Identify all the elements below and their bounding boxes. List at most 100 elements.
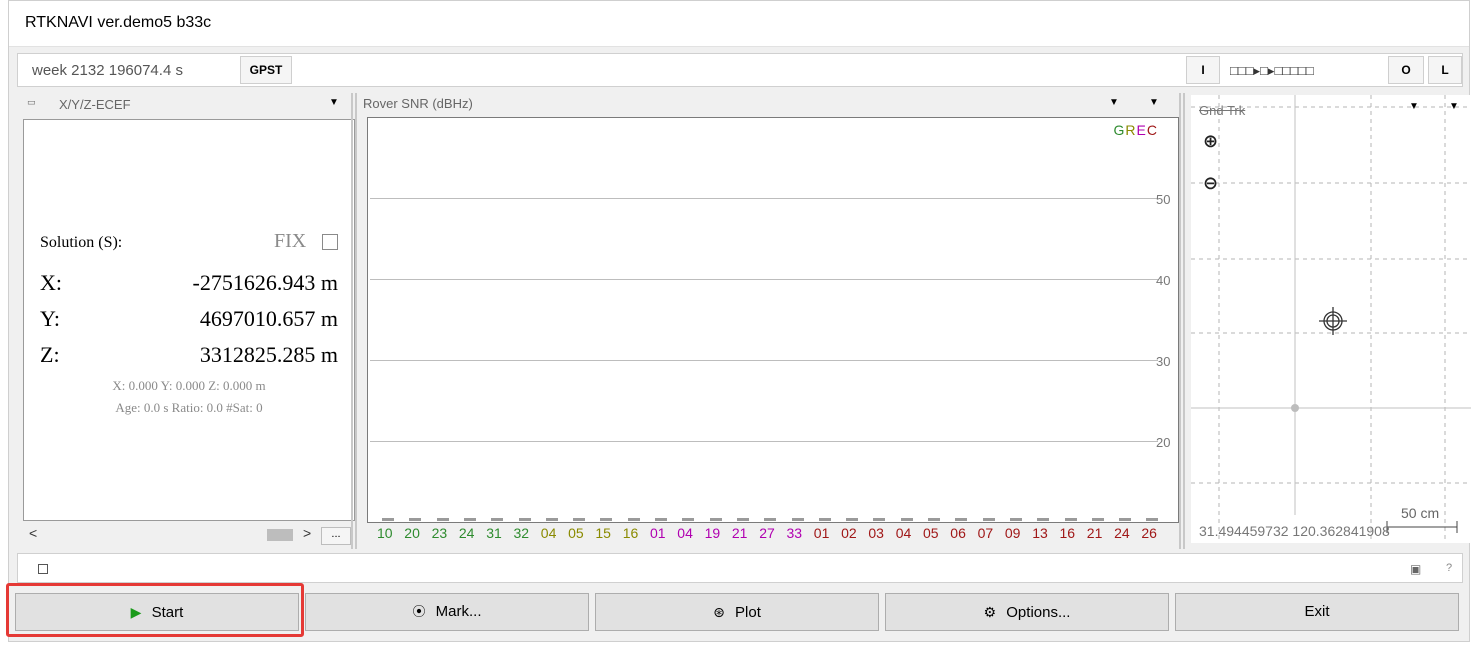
satellite-label: 04 xyxy=(540,525,557,541)
output-stream-button[interactable]: O xyxy=(1388,56,1424,84)
status-indicator-icon xyxy=(38,564,48,574)
satellite-label: 31 xyxy=(486,525,502,541)
status-bar: ▣ ? xyxy=(17,553,1463,583)
snr-sat-dropdown-icon[interactable]: ▼ xyxy=(1149,97,1159,108)
gear-icon: ⚙ xyxy=(983,604,997,620)
satellite-label: 27 xyxy=(759,525,775,541)
log-stream-button[interactable]: L xyxy=(1428,56,1462,84)
snr-bar xyxy=(709,518,722,521)
snr-bar xyxy=(900,518,913,521)
snr-tick-20: 20 xyxy=(1156,435,1171,450)
panel-toggle-icon[interactable]: ▣ xyxy=(1410,562,1421,576)
satellite-label: 05 xyxy=(568,525,584,541)
snr-bar xyxy=(545,518,558,521)
snr-bar xyxy=(1037,518,1050,521)
options-button[interactable]: ⚙ Options... xyxy=(885,593,1169,631)
legend-galileo: E xyxy=(1136,122,1147,138)
rtknavi-window: RTKNAVI ver.demo5 b33c week 2132 196074.… xyxy=(8,0,1471,642)
scroll-thumb[interactable] xyxy=(267,529,293,541)
gps-time: week 2132 196074.4 s xyxy=(32,62,183,79)
mark-icon: ⦿ xyxy=(412,604,426,619)
solution-panel-header: ▭ X/Y/Z-ECEF ▼ xyxy=(15,93,355,115)
input-stream-button[interactable]: I xyxy=(1186,56,1220,84)
zoom-out-icon[interactable]: ⊖ xyxy=(1203,173,1218,194)
window-title: RTKNAVI ver.demo5 b33c xyxy=(25,14,212,31)
scroll-right-icon[interactable]: > xyxy=(303,525,311,541)
snr-tick-40: 40 xyxy=(1156,273,1171,288)
track-type-dropdown-icon[interactable]: ▼ xyxy=(1409,101,1419,112)
scale-bar-icon xyxy=(1386,521,1458,533)
snr-bar xyxy=(764,518,777,521)
ground-track-title: Gnd Trk xyxy=(1199,103,1246,118)
snr-tick-50: 50 xyxy=(1156,192,1171,207)
snr-bar xyxy=(928,518,940,521)
mark-label: Mark... xyxy=(435,603,482,620)
satellite-label: 19 xyxy=(704,525,721,541)
panel-splitter-right-2[interactable] xyxy=(1183,93,1185,549)
satellite-label: 04 xyxy=(895,525,912,541)
snr-gridline-20 xyxy=(370,441,1158,442)
solution-scrollbar[interactable]: < > ... xyxy=(23,525,355,545)
snr-chart: GREC 50 40 30 20 xyxy=(367,117,1179,523)
snr-bar xyxy=(1146,518,1159,521)
plot-button[interactable]: ⊛ Plot xyxy=(595,593,879,631)
zoom-in-icon[interactable]: ⊕ xyxy=(1203,131,1218,152)
snr-bar xyxy=(627,518,640,521)
snr-type-dropdown-icon[interactable]: ▼ xyxy=(1109,97,1119,108)
satellite-label: 26 xyxy=(1141,525,1157,541)
y-value: 4697010.657 m xyxy=(199,306,338,331)
snr-bar xyxy=(1091,518,1104,521)
x-label: X: xyxy=(40,270,62,295)
satellite-label: 21 xyxy=(1086,525,1103,541)
snr-legend: GREC xyxy=(1114,122,1158,138)
snr-panel-header: Rover SNR (dBHz) ▼ ▼ xyxy=(361,93,1177,115)
start-button-highlight xyxy=(6,583,304,637)
solution-mode-label: X/Y/Z-ECEF xyxy=(59,97,131,112)
panel-splitter-left[interactable] xyxy=(351,93,353,549)
x-value: -2751626.943 m xyxy=(192,270,338,295)
satellite-label: 16 xyxy=(622,525,639,541)
stream-status-indicators: □□□▸□▸□□□□□ xyxy=(1230,63,1314,78)
solution-mode-dropdown-icon[interactable]: ▼ xyxy=(329,97,339,108)
satellite-label: 33 xyxy=(786,525,803,541)
satellite-label: 07 xyxy=(977,525,994,541)
solution-status: FIX xyxy=(274,230,307,252)
satellite-label: 23 xyxy=(431,525,448,541)
snr-title: Rover SNR (dBHz) xyxy=(363,96,473,111)
satellite-label: 05 xyxy=(923,525,939,541)
satellite-label: 01 xyxy=(813,525,830,541)
snr-bar xyxy=(1009,518,1022,521)
scroll-left-icon[interactable]: < xyxy=(29,525,37,541)
satellite-label: 24 xyxy=(1114,525,1130,541)
snr-bar xyxy=(463,518,476,521)
legend-glonass: R xyxy=(1125,122,1137,138)
help-button[interactable]: ? xyxy=(1446,562,1452,574)
satellite-label: 06 xyxy=(950,525,966,541)
exit-label: Exit xyxy=(1304,603,1330,620)
exit-button[interactable]: Exit xyxy=(1175,593,1459,631)
plot-icon: ⊛ xyxy=(713,604,725,620)
snr-bar xyxy=(600,518,613,521)
fix-status-indicator xyxy=(322,234,338,250)
solution-display: Solution (S): FIX X: -2751626.943 m Y: 4… xyxy=(23,119,355,521)
solution-std-dev: X: 0.000 Y: 0.000 Z: 0.000 m xyxy=(112,378,266,393)
satellite-label: 09 xyxy=(1004,525,1021,541)
snr-bar xyxy=(409,518,422,521)
ground-track-plot xyxy=(1191,95,1471,543)
solution-age-ratio: Age: 0.0 s Ratio: 0.0 #Sat: 0 xyxy=(115,400,263,415)
position-marker-icon xyxy=(1319,307,1347,335)
time-system-button[interactable]: GPST xyxy=(240,56,292,84)
more-button[interactable]: ... xyxy=(321,527,351,545)
snr-bar xyxy=(818,518,831,521)
panel-splitter-right[interactable] xyxy=(1179,93,1181,549)
track-sat-dropdown-icon[interactable]: ▼ xyxy=(1449,101,1459,112)
mark-button[interactable]: ⦿ Mark... xyxy=(305,593,589,631)
ground-track-panel: Gnd Trk ▼ ▼ ⊕ ⊖ 50 cm 31.494459732 120.3… xyxy=(1191,95,1471,543)
z-value: 3312825.285 m xyxy=(199,342,338,367)
snr-bar xyxy=(1064,518,1077,521)
panel-splitter-left-2[interactable] xyxy=(355,93,357,549)
snr-gridline-30 xyxy=(370,360,1158,361)
snr-bar xyxy=(682,518,695,521)
snr-bar xyxy=(736,518,749,521)
snr-bar xyxy=(518,518,531,521)
